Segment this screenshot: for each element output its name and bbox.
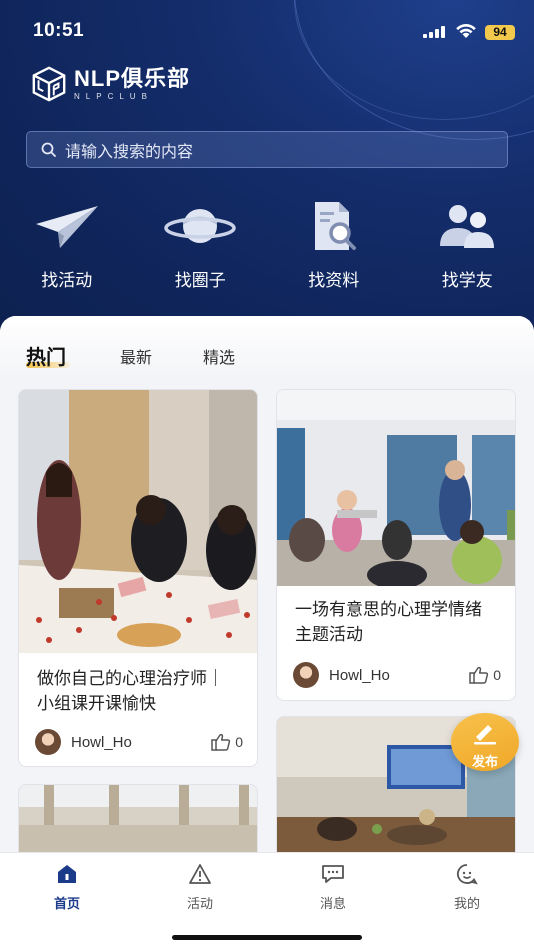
like-button[interactable]: 0: [211, 733, 243, 751]
post-meta: Howl_Ho 0: [35, 729, 243, 755]
chat-bubble-icon: [322, 865, 344, 883]
brand-logo: NLP俱乐部 NLPCLUB: [30, 64, 190, 104]
pencil-icon: [474, 725, 496, 745]
like-button[interactable]: 0: [469, 666, 501, 684]
post-photo: [19, 390, 257, 653]
quick-link-classmates[interactable]: 找学友: [401, 198, 534, 291]
brand-sub: NLPCLUB: [74, 91, 153, 101]
home-icon: [58, 865, 76, 883]
quick-link-label: 找活动: [41, 271, 93, 291]
avatar: [35, 729, 61, 755]
thumbs-up-icon: [211, 733, 231, 751]
quick-link-circle[interactable]: 找圈子: [134, 198, 268, 291]
tab-activity[interactable]: 活动: [160, 863, 240, 912]
thumbs-up-icon: [469, 666, 489, 684]
battery-badge: 94: [485, 25, 515, 40]
warning-triangle-icon: [189, 864, 211, 884]
tab-home[interactable]: 首页: [27, 863, 107, 912]
post-title: 做你自己的心理治疗师｜小组课开课愉快: [37, 669, 224, 714]
search-placeholder: 请输入搜索的内容: [65, 141, 194, 161]
document-search-icon: [314, 202, 356, 250]
tab-messages[interactable]: 消息: [293, 863, 373, 912]
cube-logo-icon: [32, 66, 66, 102]
quick-link-activity[interactable]: 找活动: [0, 198, 134, 291]
tab-latest[interactable]: 最新: [120, 344, 152, 368]
post-photo: [277, 390, 515, 586]
tab-label: 首页: [53, 897, 80, 912]
post-meta: Howl_Ho 0: [293, 662, 501, 688]
tab-label: 我的: [453, 897, 480, 912]
paper-plane-icon: [35, 206, 98, 248]
publish-button[interactable]: 发布: [451, 713, 519, 771]
search-input[interactable]: 请输入搜索的内容: [26, 131, 508, 168]
tab-hot[interactable]: 热门: [26, 341, 66, 370]
wifi-icon: [456, 23, 476, 38]
quick-link-label: 找学友: [441, 271, 493, 291]
quick-link-material[interactable]: 找资料: [267, 198, 401, 291]
hero-header: 10:51 94 NLP俱乐部 NLPCLUB 请输入搜索的内容 找活动 找圈子…: [0, 0, 534, 340]
status-bar: 10:51 94: [0, 18, 534, 46]
post-author: Howl_Ho: [71, 733, 132, 751]
feed-tabs: 热门 最新 精选: [0, 316, 534, 380]
quick-links: 找活动 找圈子 找资料 找学友: [0, 198, 534, 291]
publish-label: 发布: [471, 755, 498, 770]
quick-link-label: 找资料: [308, 271, 360, 291]
planet-icon: [164, 209, 236, 243]
tab-label: 消息: [319, 897, 346, 912]
post-author: Howl_Ho: [329, 666, 390, 684]
quick-link-label: 找圈子: [174, 271, 226, 291]
tab-label: 活动: [186, 897, 213, 912]
post-title: 一场有意思的心理学情绪主题活动: [295, 600, 482, 645]
post-card[interactable]: 一场有意思的心理学情绪主题活动 Howl_Ho 0: [276, 389, 516, 701]
signal-icon: [423, 26, 445, 38]
home-indicator: [172, 935, 362, 940]
tab-featured[interactable]: 精选: [203, 344, 235, 368]
like-count: 0: [493, 667, 501, 683]
like-count: 0: [235, 734, 243, 750]
brand-name: NLP俱乐部: [74, 65, 191, 91]
tab-mine[interactable]: 我的: [427, 863, 507, 912]
avatar: [293, 662, 319, 688]
status-time: 10:51: [33, 20, 85, 41]
users-icon: [440, 205, 495, 248]
search-icon: [41, 142, 56, 157]
post-card[interactable]: 做你自己的心理治疗师｜小组课开课愉快 Howl_Ho 0: [18, 389, 258, 767]
profile-face-icon: [456, 864, 478, 885]
